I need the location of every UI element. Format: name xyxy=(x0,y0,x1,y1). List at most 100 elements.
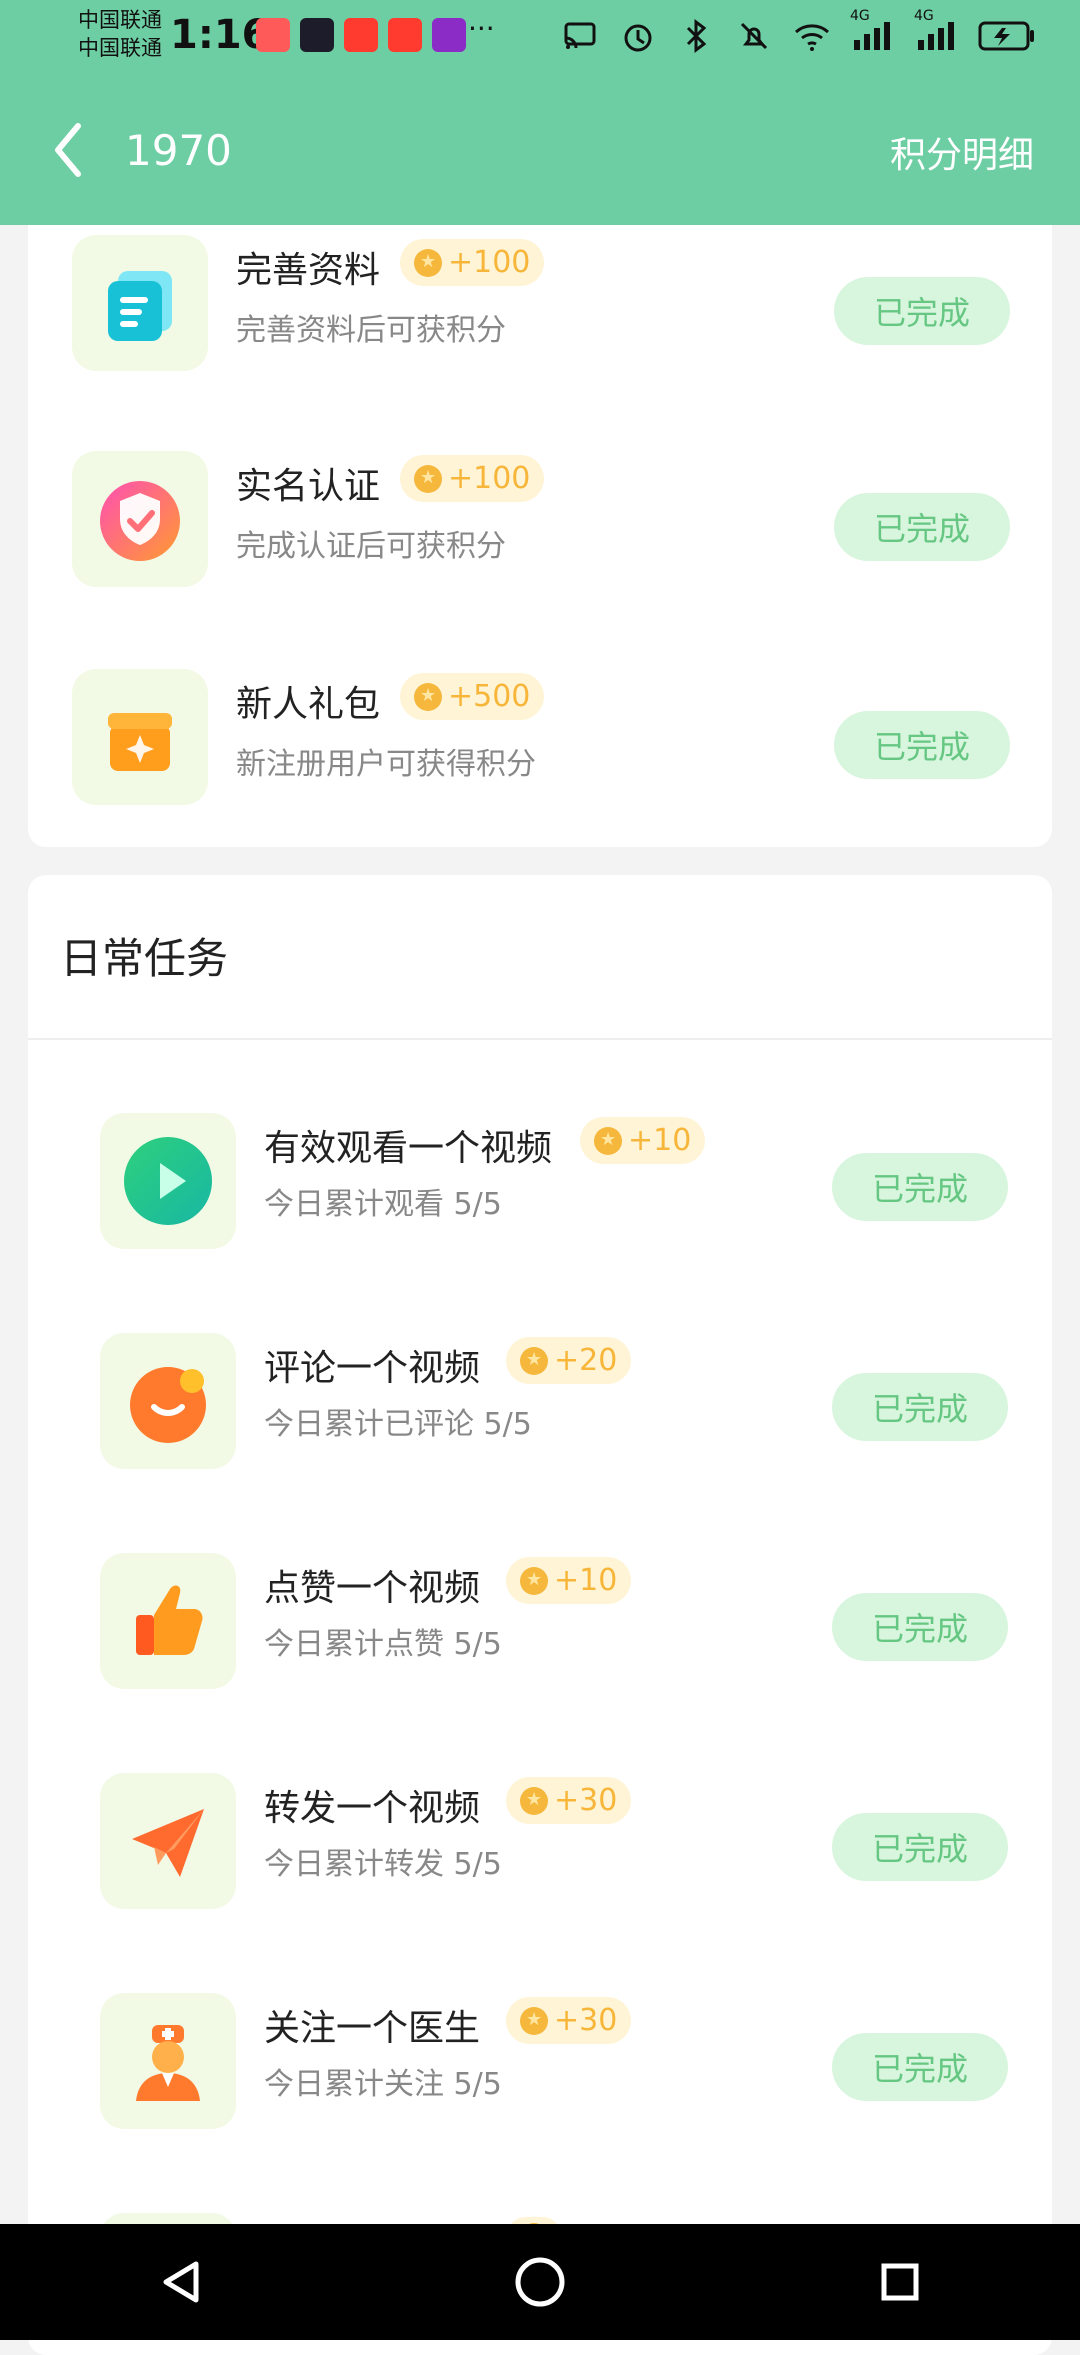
cast-icon xyxy=(564,22,596,49)
doctor-icon-tile xyxy=(100,1993,236,2129)
task-name: 点赞一个视频 xyxy=(264,1568,481,1609)
status-bar: 中国联通 中国联通 1:16 ··· 4G 4G xyxy=(0,0,1080,80)
nav-recent-button[interactable] xyxy=(860,2242,940,2322)
task-name: 评论一个视频 xyxy=(264,1348,481,1389)
carrier-labels: 中国联通 中国联通 xyxy=(78,6,162,62)
app-notification-icon xyxy=(300,18,334,52)
play-icon-tile xyxy=(100,1113,236,1249)
task-status-button[interactable]: 已完成 xyxy=(832,1593,1008,1661)
profile-icon-tile xyxy=(72,235,208,371)
newbie-tasks-card: 完善资料 +100 完善资料后可获积分 已完成 实名认证 xyxy=(28,225,1052,847)
carrier-1: 中国联通 xyxy=(78,8,162,32)
nav-home-button[interactable] xyxy=(500,2242,580,2322)
task-progress: 今日累计点赞 5/5 xyxy=(264,1627,502,1662)
comment-icon-tile xyxy=(100,1333,236,1469)
task-progress: 今日累计转发 5/5 xyxy=(264,1847,502,1882)
recent-square-icon xyxy=(881,2263,919,2301)
points-badge: +500 xyxy=(400,673,545,720)
coin-icon xyxy=(414,464,442,493)
coin-icon xyxy=(520,1566,548,1595)
points-badge: +30 xyxy=(506,1997,632,2044)
points-badge: +100 xyxy=(400,455,545,502)
points-value: +10 xyxy=(628,1123,692,1158)
points-badge: +100 xyxy=(400,239,545,286)
task-status-button[interactable]: 已完成 xyxy=(834,711,1010,779)
task-desc: 新注册用户可获得积分 xyxy=(236,747,536,782)
signal-4g-1: 4G xyxy=(850,8,896,56)
page-title: 1970 xyxy=(125,126,232,175)
task-desc: 完善资料后可获积分 xyxy=(236,313,506,348)
daily-task-watch-video: 有效观看一个视频 +10 今日累计观看 5/5 已完成 xyxy=(28,1113,1052,1273)
like-icon-tile xyxy=(100,1553,236,1689)
carrier-2: 中国联通 xyxy=(78,36,162,60)
task-status-button[interactable]: 已完成 xyxy=(832,2033,1008,2101)
auth-icon-tile xyxy=(72,451,208,587)
shield-check-icon xyxy=(100,481,180,561)
task-status-button[interactable]: 已完成 xyxy=(832,1373,1008,1441)
home-circle-icon xyxy=(515,2257,565,2307)
task-new-user-gift: 新人礼包 +500 新注册用户可获得积分 已完成 xyxy=(28,669,1052,829)
points-value: +500 xyxy=(448,679,531,714)
task-name: 实名认证 xyxy=(236,466,381,507)
task-desc: 完成认证后可获积分 xyxy=(236,529,506,564)
gift-box-icon xyxy=(108,713,172,771)
share-icon-tile xyxy=(100,1773,236,1909)
coin-icon xyxy=(414,248,442,277)
battery-charging-icon xyxy=(978,21,1034,51)
points-badge: +10 xyxy=(506,1557,632,1604)
back-button[interactable] xyxy=(50,120,86,180)
points-badge: +10 xyxy=(580,1117,706,1164)
task-real-name-auth: 实名认证 +100 完成认证后可获积分 已完成 xyxy=(28,451,1052,611)
daily-task-comment-video: 评论一个视频 +20 今日累计已评论 5/5 已完成 xyxy=(28,1333,1052,1493)
daily-task-like-video: 点赞一个视频 +10 今日累计点赞 5/5 已完成 xyxy=(28,1553,1052,1713)
daily-tasks-card: 日常任务 有效观看一个视频 +10 今日累计观看 5/5 已完成 xyxy=(28,875,1052,2355)
points-value: +20 xyxy=(554,1343,618,1378)
play-icon xyxy=(124,1137,212,1225)
points-badge: +30 xyxy=(506,1777,632,1824)
task-name: 新人礼包 xyxy=(236,684,381,725)
alarm-icon xyxy=(624,24,652,52)
task-status-button[interactable]: 已完成 xyxy=(832,1153,1008,1221)
section-divider xyxy=(28,1038,1052,1040)
daily-task-follow-doctor: 关注一个医生 +30 今日累计关注 5/5 已完成 xyxy=(28,1993,1052,2153)
task-progress: 今日累计已评论 5/5 xyxy=(264,1407,532,1442)
task-status-button[interactable]: 已完成 xyxy=(834,277,1010,345)
huawei-notification-icon xyxy=(256,18,290,52)
net-4g-label-1: 4G xyxy=(850,8,870,24)
task-name: 关注一个医生 xyxy=(264,2008,481,2049)
taobao-notification-icon-2 xyxy=(388,18,422,52)
points-value: +100 xyxy=(448,461,531,496)
coin-icon xyxy=(520,1346,548,1375)
doctor-icon xyxy=(136,2025,200,2101)
gift-icon-tile xyxy=(72,669,208,805)
thumbs-up-icon xyxy=(136,1585,203,1655)
coin-icon xyxy=(414,682,442,711)
points-value: +100 xyxy=(448,245,531,280)
points-badge: +20 xyxy=(506,1337,632,1384)
page-header: 1970 积分明细 xyxy=(0,80,1080,225)
points-value: +10 xyxy=(554,1563,618,1598)
paper-plane-icon xyxy=(132,1809,204,1877)
bluetooth-icon xyxy=(686,19,707,53)
triangle-back-icon xyxy=(163,2261,199,2303)
daily-tasks-title: 日常任务 xyxy=(60,934,229,983)
task-status-button[interactable]: 已完成 xyxy=(832,1813,1008,1881)
task-progress: 今日累计关注 5/5 xyxy=(264,2067,502,2102)
net-4g-label-2: 4G xyxy=(914,8,934,24)
task-complete-profile: 完善资料 +100 完善资料后可获积分 已完成 xyxy=(28,235,1052,395)
signal-4g-2: 4G xyxy=(914,8,960,56)
points-value: +30 xyxy=(554,2003,618,2038)
task-name: 完善资料 xyxy=(236,250,381,291)
mute-bell-icon xyxy=(740,22,768,50)
profile-doc-icon xyxy=(108,271,172,341)
task-status-button[interactable]: 已完成 xyxy=(834,493,1010,561)
nav-back-button[interactable] xyxy=(140,2242,220,2322)
status-right-icons: 4G 4G xyxy=(560,8,1036,56)
task-name: 有效观看一个视频 xyxy=(264,1128,553,1169)
notification-icons xyxy=(256,18,466,52)
system-navigation-bar xyxy=(0,2224,1080,2340)
taobao-notification-icon xyxy=(344,18,378,52)
points-detail-link[interactable]: 积分明细 xyxy=(890,126,1034,178)
coin-icon xyxy=(594,1126,622,1155)
wifi-icon xyxy=(795,24,829,51)
